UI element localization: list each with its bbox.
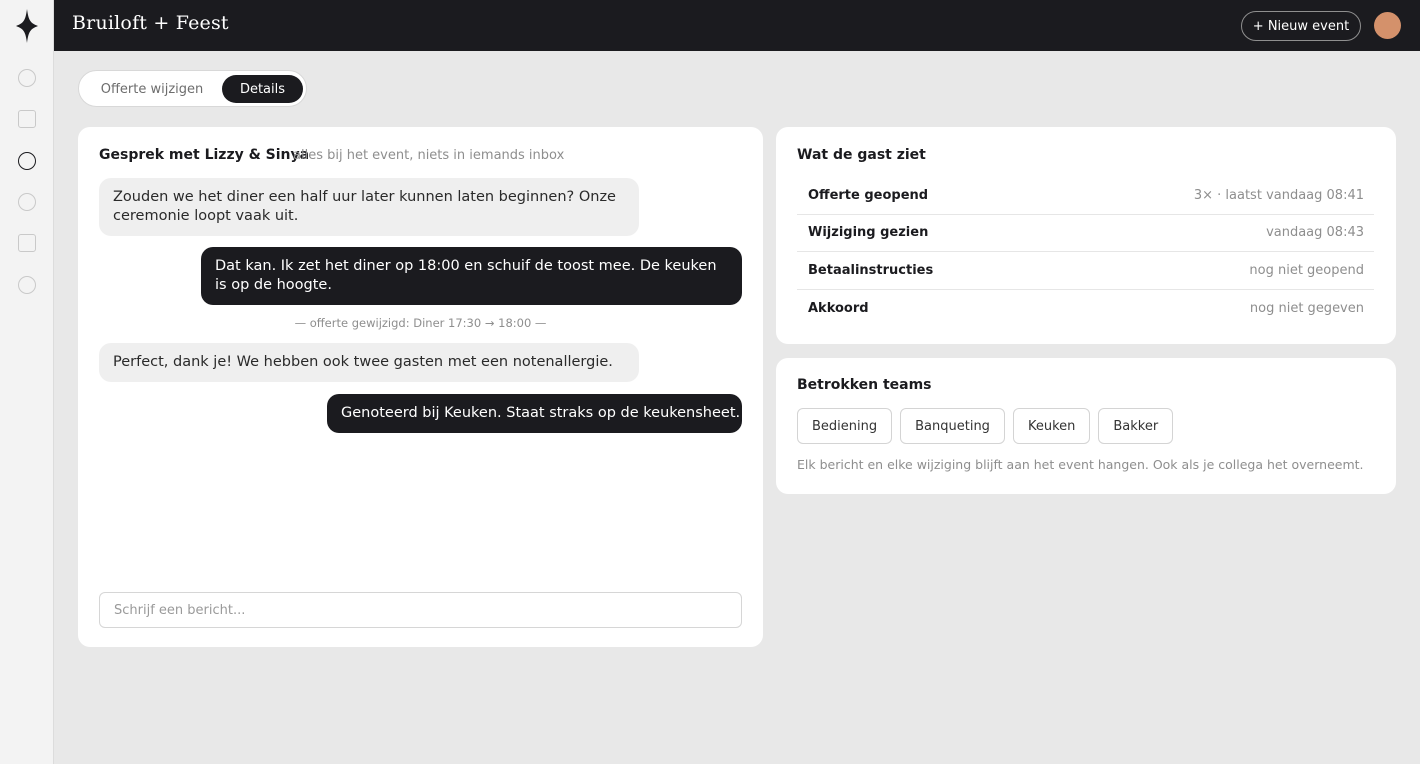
guest-view-card: Wat de gast ziet Offerte geopend 3× · la…: [776, 127, 1396, 344]
sidebar: [0, 0, 54, 764]
tab-details[interactable]: Details: [222, 75, 303, 103]
teams-card: Betrokken teams Bediening Banqueting Keu…: [776, 358, 1396, 494]
status-label: Betaalinstructies: [808, 262, 934, 278]
teams-note: Elk bericht en elke wijziging blijft aan…: [797, 457, 1364, 472]
guest-status-row: Wijziging gezien vandaag 08:43: [797, 215, 1374, 252]
team-chip-bediening[interactable]: Bediening: [797, 408, 893, 444]
teams-title: Betrokken teams: [797, 377, 932, 393]
status-label: Akkoord: [808, 300, 869, 316]
status-label: Offerte geopend: [808, 187, 929, 203]
sidebar-item-3-circle-icon[interactable]: [18, 152, 36, 170]
status-value: nog niet gegeven: [1249, 300, 1364, 316]
message-outgoing: Dat kan. Ik zet het diner op 18:00 en sc…: [201, 247, 742, 305]
guest-status-row: Betaalinstructies nog niet geopend: [797, 252, 1374, 290]
status-label: Wijziging gezien: [808, 225, 929, 241]
new-event-button[interactable]: + Nieuw event: [1241, 11, 1361, 41]
team-chip-bakker[interactable]: Bakker: [1098, 408, 1174, 444]
tab-offerte-wijzigen[interactable]: Offerte wijzigen: [87, 75, 217, 103]
status-value: 3× · laatst vandaag 08:41: [1193, 187, 1364, 203]
guest-view-title: Wat de gast ziet: [797, 147, 926, 163]
chat-subtitle: alles bij het event, niets in iemands in…: [293, 148, 565, 163]
sidebar-item-6-circle-icon[interactable]: [18, 276, 36, 294]
chat-card: Gesprek met Lizzy & Sinya alles bij het …: [78, 127, 763, 647]
status-value: nog niet geopend: [1249, 262, 1364, 278]
avatar[interactable]: [1374, 12, 1401, 39]
guest-status-row: Akkoord nog niet gegeven: [797, 290, 1374, 328]
message-input[interactable]: [99, 592, 742, 628]
sidebar-item-4-circle-icon[interactable]: [18, 193, 36, 211]
sidebar-item-5-square-icon[interactable]: [18, 234, 36, 252]
status-value: vandaag 08:43: [1266, 225, 1364, 241]
guest-status-list: Offerte geopend 3× · laatst vandaag 08:4…: [797, 177, 1374, 327]
message-incoming: Zouden we het diner een half uur later k…: [99, 178, 639, 236]
brand-title: Bruiloft + Feest: [72, 12, 229, 34]
team-chip-banqueting[interactable]: Banqueting: [900, 408, 1005, 444]
top-bar: Bruiloft + Feest + Nieuw event: [54, 0, 1420, 51]
message-outgoing: Genoteerd bij Keuken. Staat straks op de…: [327, 394, 742, 433]
message-incoming: Perfect, dank je! We hebben ook twee gas…: [99, 343, 639, 382]
sidebar-item-1-circle-icon[interactable]: [18, 69, 36, 87]
quote-change-event: — offerte gewijzigd: Diner 17:30 → 18:00…: [294, 316, 547, 330]
guest-status-row: Offerte geopend 3× · laatst vandaag 08:4…: [797, 177, 1374, 215]
view-tabs: Offerte wijzigen Details: [78, 70, 307, 107]
chat-title: Gesprek met Lizzy & Sinya: [99, 147, 310, 163]
sidebar-item-2-square-icon[interactable]: [18, 110, 36, 128]
team-chip-keuken[interactable]: Keuken: [1012, 408, 1091, 444]
four-point-star-icon[interactable]: [0, 0, 54, 51]
team-chips: Bediening Banqueting Keuken Bakker: [797, 408, 1174, 444]
